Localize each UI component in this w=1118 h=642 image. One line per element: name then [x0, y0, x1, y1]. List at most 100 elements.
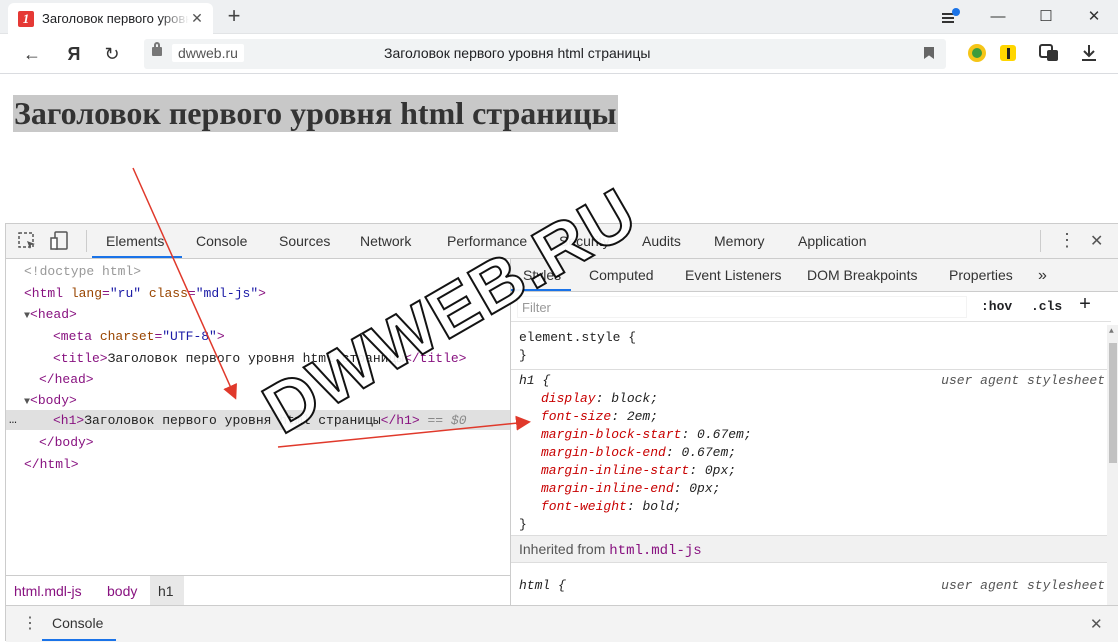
ua-stylesheet-label: user agent stylesheet: [941, 373, 1105, 388]
extension-coin-icon[interactable]: [966, 42, 988, 64]
devtools-menu-icon[interactable]: ⋮: [1058, 230, 1076, 251]
title-open-tag: <title>: [53, 351, 108, 366]
css-prop: font-size: [541, 409, 612, 424]
tab-elements[interactable]: Elements: [106, 233, 164, 249]
element-style-selector[interactable]: element.style {: [519, 329, 636, 347]
browser-tab-bar: 1 Заголовок первого уровня html страницы…: [0, 0, 1118, 34]
css-declaration[interactable]: font-size: 2em;: [541, 408, 658, 426]
scrollbar-thumb[interactable]: [1109, 343, 1117, 463]
tab-event-listeners[interactable]: Event Listeners: [685, 267, 782, 283]
tab-properties[interactable]: Properties: [949, 267, 1013, 283]
new-tab-icon[interactable]: +: [222, 3, 246, 29]
tab-memory[interactable]: Memory: [714, 233, 765, 249]
inspect-element-icon[interactable]: [18, 232, 38, 257]
scroll-up-icon[interactable]: ▲: [1109, 327, 1114, 336]
site-favicon-icon: 1: [18, 10, 34, 27]
html-close-tag: </html>: [24, 457, 79, 472]
maximize-icon[interactable]: ☐: [1036, 7, 1056, 27]
tree-line-body[interactable]: ▼<body>: [24, 392, 77, 410]
css-prop: margin-block-start: [541, 427, 682, 442]
download-icon[interactable]: [1078, 42, 1100, 64]
cls-button[interactable]: .cls: [1031, 299, 1062, 314]
tree-line-body-close[interactable]: </body>: [39, 434, 94, 452]
toolbar-divider: [1040, 230, 1041, 252]
minimize-icon[interactable]: —: [988, 7, 1008, 27]
class-attr: class: [148, 286, 188, 301]
rule-divider: [511, 369, 1111, 370]
inherited-selector[interactable]: html.mdl-js: [609, 543, 701, 559]
bookmark-icon[interactable]: [924, 47, 934, 59]
drawer-tab-console[interactable]: Console: [52, 615, 103, 631]
body-close-tag: </body>: [39, 435, 94, 450]
address-bar: ← Я ↻ dwweb.ru Заголовок первого уровня …: [0, 34, 1118, 74]
row-actions-icon[interactable]: …: [9, 411, 17, 429]
inherited-label: Inherited from: [519, 541, 606, 557]
yandex-button[interactable]: Я: [62, 42, 86, 66]
html-selector[interactable]: html {: [519, 577, 566, 595]
lang-attr: lang: [70, 286, 103, 301]
lock-icon: [152, 42, 162, 56]
head-close-tag: </head>: [39, 372, 94, 387]
window-close-icon[interactable]: ✕: [1084, 7, 1104, 27]
css-declaration[interactable]: font-weight: bold;: [541, 498, 681, 516]
tab-dom-breakpoints[interactable]: DOM Breakpoints: [807, 267, 917, 283]
page-heading-h1: Заголовок первого уровня html страницы: [13, 95, 618, 132]
doctype-text: <!doctype html>: [24, 264, 142, 279]
tree-line-html[interactable]: <html lang="ru" class="mdl-js">: [24, 285, 266, 303]
omnibox[interactable]: dwweb.ru Заголовок первого уровня html с…: [144, 39, 946, 69]
tab-console[interactable]: Console: [196, 233, 247, 249]
selected-marker: == $0: [427, 413, 467, 428]
css-value: block;: [611, 391, 659, 406]
body-open-tag: <body>: [30, 393, 77, 408]
more-tabs-icon[interactable]: »: [1038, 267, 1047, 285]
css-prop: margin-inline-start: [541, 463, 690, 478]
lang-value: "ru": [109, 286, 142, 301]
devtools-close-icon[interactable]: ✕: [1090, 231, 1103, 251]
breadcrumb-body[interactable]: body: [107, 583, 137, 599]
back-arrow-icon[interactable]: ←: [20, 42, 44, 66]
drawer-close-icon[interactable]: ✕: [1090, 615, 1103, 633]
tab-title: Заголовок первого уровня html страницы: [42, 11, 189, 26]
drawer-menu-icon[interactable]: ⋮: [22, 613, 38, 633]
tab-network[interactable]: Network: [360, 233, 411, 249]
translate-icon[interactable]: [1038, 42, 1060, 64]
tab-application[interactable]: Application: [798, 233, 867, 249]
extension-i-icon[interactable]: [997, 42, 1019, 64]
tree-line-doctype[interactable]: <!doctype html>: [24, 263, 141, 281]
active-tab-indicator: [92, 256, 182, 258]
tab-close-icon[interactable]: ✕: [189, 10, 205, 27]
css-declaration[interactable]: margin-inline-end: 0px;: [541, 480, 720, 498]
breadcrumb-h1[interactable]: h1: [150, 576, 184, 605]
h1-selector[interactable]: h1 {: [519, 372, 550, 390]
tab-sources[interactable]: Sources: [279, 233, 330, 249]
styles-filter-input[interactable]: Filter: [517, 296, 967, 318]
css-value: 2em;: [626, 409, 659, 424]
tree-line-html-close[interactable]: </html>: [24, 456, 79, 474]
browser-tab[interactable]: 1 Заголовок первого уровня html страницы…: [8, 3, 213, 34]
styles-pane: Styles Computed Event Listeners DOM Brea…: [510, 259, 1118, 605]
tree-line-head-close[interactable]: </head>: [39, 371, 94, 389]
h1-close-tag: </h1>: [380, 413, 420, 428]
new-style-rule-icon[interactable]: +: [1079, 294, 1091, 317]
filter-row: Filter :hov .cls +: [511, 292, 1111, 322]
tabs-menu-icon[interactable]: [940, 7, 960, 27]
tree-line-h1[interactable]: <h1>Заголовок первого уровня html страни…: [53, 412, 467, 430]
css-prop: font-weight: [541, 499, 627, 514]
element-style-close: }: [519, 348, 527, 363]
css-declaration[interactable]: margin-inline-start: 0px;: [541, 462, 736, 480]
device-toolbar-icon[interactable]: [50, 231, 70, 256]
tree-line-head[interactable]: ▼<head>: [24, 306, 77, 324]
breadcrumb-html[interactable]: html.mdl-js: [14, 583, 82, 599]
reload-icon[interactable]: ↻: [100, 42, 124, 66]
css-declaration[interactable]: display: block;: [541, 390, 658, 408]
hov-button[interactable]: :hov: [981, 299, 1012, 314]
tree-line-meta[interactable]: <meta charset="UTF-8">: [53, 328, 225, 346]
charset-attr: charset: [99, 329, 155, 344]
console-drawer-bar: ⋮ Console ✕: [6, 605, 1118, 642]
h1-open-tag: <h1>: [53, 413, 85, 428]
charset-value: "UTF-8": [162, 329, 217, 344]
css-declaration[interactable]: margin-block-start: 0.67em;: [541, 426, 752, 444]
styles-scrollbar[interactable]: ▲: [1107, 325, 1118, 605]
css-declaration[interactable]: margin-block-end: 0.67em;: [541, 444, 736, 462]
css-prop: margin-inline-end: [541, 481, 674, 496]
